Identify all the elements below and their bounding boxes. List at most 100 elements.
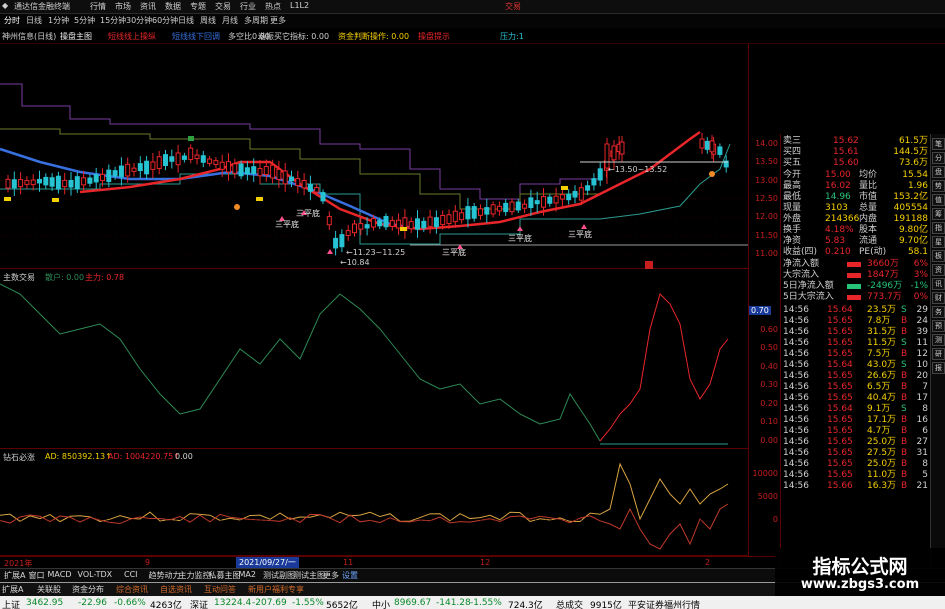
stat-row: 今开 15.00 均价 15.54	[781, 170, 931, 181]
indicator-tab-4[interactable]: CCI	[122, 570, 140, 579]
side-tab-3[interactable]: 势	[932, 180, 945, 192]
side-tab-4[interactable]: 值	[932, 194, 945, 206]
indicator-tab-1[interactable]: 窗口	[27, 570, 47, 581]
tick-time: 14:56	[783, 305, 809, 315]
top-menu-3[interactable]: 数据	[165, 1, 181, 12]
candle-body	[251, 166, 257, 174]
top-menu-1[interactable]: 市场	[115, 1, 131, 12]
function-tab-3[interactable]: 综合资讯	[116, 584, 148, 595]
side-tab-5[interactable]: 筹	[932, 208, 945, 220]
period-tab-3[interactable]: 5分钟	[74, 15, 95, 26]
candle-body	[131, 167, 137, 172]
order-book-row[interactable]: 买五 15.60 73.6万	[781, 158, 931, 169]
top-menu-5[interactable]: 交易	[215, 1, 231, 12]
signal-marker-4	[561, 186, 568, 190]
side-tab-8[interactable]: 板	[932, 250, 945, 262]
top-menu-6[interactable]: 行业	[240, 1, 256, 12]
triple-bottom-label-4: 三平底	[568, 229, 592, 239]
top-menu-0[interactable]: 行情	[90, 1, 106, 12]
candle-body	[433, 217, 439, 228]
period-tab-4[interactable]: 15分钟	[100, 15, 126, 26]
side-tab-7[interactable]: 星	[932, 236, 945, 248]
side-tab-1[interactable]: 分	[932, 152, 945, 164]
candle-body	[125, 163, 131, 177]
top-menu-8[interactable]: L1L2	[290, 1, 309, 10]
candle-body	[370, 217, 376, 228]
watermark: 指标公式网 www.zbgs3.com	[775, 548, 945, 596]
side-tab-16[interactable]: 报	[932, 362, 945, 374]
period-tab-6[interactable]: 60分钟	[152, 15, 178, 26]
function-tab-1[interactable]: 关联股	[37, 584, 61, 595]
order-book-volume: 73.6万	[898, 158, 928, 168]
side-tab-0[interactable]: 笔	[932, 138, 945, 150]
side-tab-2[interactable]: 盘	[932, 166, 945, 178]
watermark-title: 指标公式网	[812, 556, 908, 578]
tick-volume: 4.7万	[867, 426, 891, 436]
date-axis: 2021年 9 2021/09/27/一 11 12 2	[0, 556, 780, 568]
indicator-tab-11[interactable]: 更多	[321, 570, 341, 581]
tick-count: 39	[916, 327, 928, 337]
indicator-tab-2[interactable]: MACD	[46, 570, 74, 579]
stat-label: 最低	[783, 192, 802, 202]
period-tab-11[interactable]: 更多	[270, 15, 286, 26]
tick-row: 14:56 15.66 16.3万 B 21	[781, 481, 931, 492]
candle-body	[427, 216, 433, 227]
top-menu-7[interactable]: 热点	[265, 1, 281, 12]
tick-row: 14:56 15.65 27.5万 B 31	[781, 448, 931, 459]
trade-link[interactable]: 交易	[505, 1, 521, 12]
order-book-row[interactable]: 买四 15.61 144.5万	[781, 147, 931, 158]
pane2-chart[interactable]	[0, 269, 748, 449]
function-tab-4[interactable]: 自选资讯	[160, 584, 192, 595]
stat-value-2: 58.1	[907, 247, 928, 257]
tick-side: B	[901, 481, 908, 491]
side-tab-15[interactable]: 研	[932, 348, 945, 360]
period-tab-1[interactable]: 日线	[26, 15, 42, 26]
side-tab-14[interactable]: 测	[932, 334, 945, 346]
top-menu-4[interactable]: 专题	[190, 1, 206, 12]
stat-value-2: 405554	[893, 203, 928, 213]
indicator-tab-8[interactable]: MA2	[237, 570, 258, 579]
period-tab-8[interactable]: 周线	[200, 15, 216, 26]
indicator-tab-0[interactable]: 扩展A	[2, 570, 27, 581]
tick-volume: 25.0万	[867, 437, 897, 447]
stat-label-2: 股本	[859, 225, 878, 235]
pane3-axis-tick-2: 0	[772, 515, 778, 524]
period-tab-0[interactable]: 分时	[4, 15, 20, 26]
candle-body	[226, 161, 231, 173]
side-tab-10[interactable]: 讯	[932, 278, 945, 290]
candle-body	[289, 176, 294, 182]
function-tab-2[interactable]: 资金分布	[72, 584, 104, 595]
order-book-row[interactable]: 卖三 15.62 61.5万	[781, 136, 931, 147]
pane3-chart[interactable]	[0, 449, 748, 556]
price-chart[interactable]: 三平底三平底三平底三平底 三平底←10.84←11.23~11.25←13.50~…	[0, 44, 748, 269]
side-tab-9[interactable]: 资	[932, 264, 945, 276]
candle-body	[709, 140, 715, 153]
period-tab-10[interactable]: 多周期	[244, 15, 268, 26]
price-chart-pane[interactable]: 三平底 三平底 三平底 三平底 三平底 ←10.84 ←11.23~11.25 ←13.50~…	[0, 44, 748, 269]
main-indicator-label[interactable]: 操盘主图	[60, 31, 92, 42]
side-tab-12[interactable]: 务	[932, 306, 945, 318]
stat-row: 换手 4.18% 股本 9.80亿	[781, 225, 931, 236]
main-flow-line	[599, 293, 729, 442]
tick-time: 14:56	[783, 415, 809, 425]
side-tab-13[interactable]: 预	[932, 320, 945, 332]
function-tab-5[interactable]: 互动问答	[204, 584, 236, 595]
diamond-pane[interactable]: 钻石必涨 AD: 850392.13↑ AD: 1004220.75↑ 0.00	[0, 449, 748, 556]
sme-index-change: -141.28	[436, 598, 471, 608]
top-menu-2[interactable]: 资讯	[140, 1, 156, 12]
side-tab-11[interactable]: 财	[932, 292, 945, 304]
period-tab-5[interactable]: 30分钟	[126, 15, 152, 26]
period-tab-2[interactable]: 1分钟	[48, 15, 69, 26]
indicator-tab-3[interactable]: VOL-TDX	[76, 570, 115, 579]
function-tab-0[interactable]: 扩展A	[2, 584, 23, 595]
side-tab-6[interactable]: 指	[932, 222, 945, 234]
period-tab-7[interactable]: 日线	[178, 15, 194, 26]
period-tab-9[interactable]: 月线	[222, 15, 238, 26]
candle-body	[446, 214, 452, 224]
candle-body	[699, 138, 705, 149]
stat-label: 净资	[783, 236, 802, 246]
volume-flow-pane[interactable]: 主数交易 散户: 0.00 主力: 0.78	[0, 269, 748, 449]
indicator-tab-12[interactable]: 设置	[340, 570, 360, 581]
function-tab-6[interactable]: 新用户福利专享	[248, 584, 304, 595]
tick-row: 14:56 15.64 23.5万 S 29	[781, 305, 931, 316]
